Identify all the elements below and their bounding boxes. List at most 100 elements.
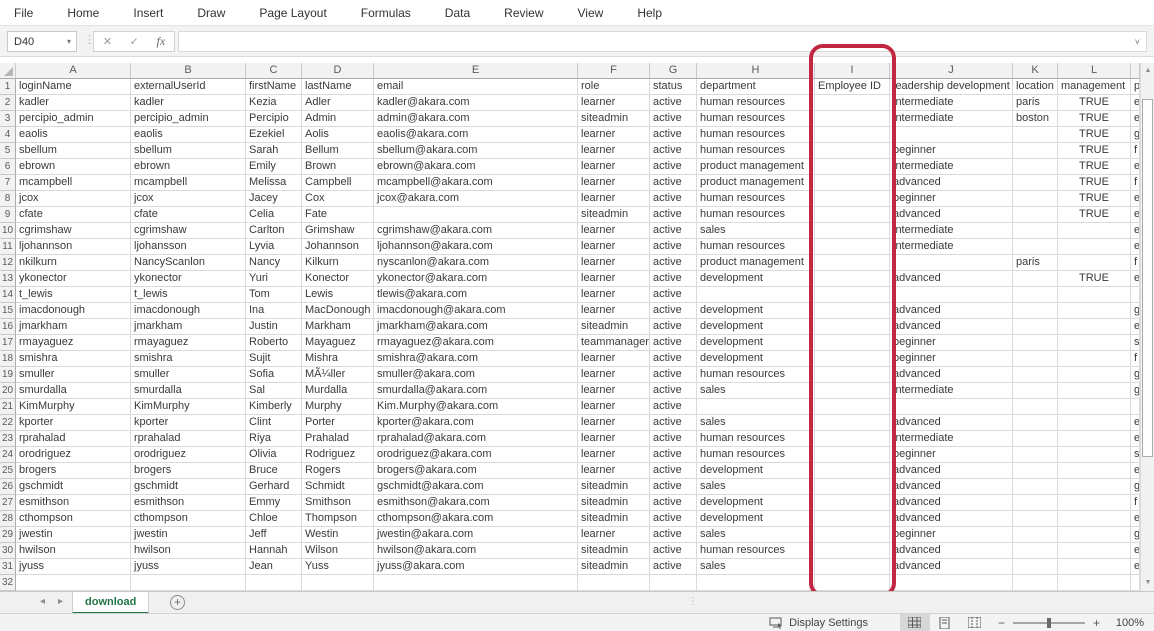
cell-A23[interactable]: rprahalad [16,431,131,447]
cell-L17[interactable] [1058,335,1131,351]
cell-sliver-27[interactable]: f [1131,495,1140,511]
cell-D24[interactable]: Rodriguez [302,447,374,463]
cell-sliver-11[interactable]: e [1131,239,1140,255]
cell-C10[interactable]: Carlton [246,223,302,239]
cell-G8[interactable]: active [650,191,697,207]
cell-B28[interactable]: cthompson [131,511,246,527]
cell-J1[interactable]: leadership development [890,79,1013,95]
cell-F6[interactable]: learner [578,159,650,175]
cell-I10[interactable] [815,223,890,239]
cell-L1[interactable]: management [1058,79,1131,95]
cell-G24[interactable]: active [650,447,697,463]
cell-G4[interactable]: active [650,127,697,143]
menu-tab-help[interactable]: Help [633,6,666,20]
cell-I30[interactable] [815,543,890,559]
row-header-7[interactable]: 7 [0,175,16,191]
cell-A22[interactable]: kporter [16,415,131,431]
cell-C29[interactable]: Jeff [246,527,302,543]
cell-E20[interactable]: smurdalla@akara.com [374,383,578,399]
row-header-14[interactable]: 14 [0,287,16,303]
row-header-23[interactable]: 23 [0,431,16,447]
cell-H26[interactable]: sales [697,479,815,495]
cell-E10[interactable]: cgrimshaw@akara.com [374,223,578,239]
cell-D32[interactable] [302,575,374,591]
cell-E1[interactable]: email [374,79,578,95]
cell-G30[interactable]: active [650,543,697,559]
cell-D12[interactable]: Kilkurn [302,255,374,271]
cell-D7[interactable]: Campbell [302,175,374,191]
cell-B27[interactable]: esmithson [131,495,246,511]
row-header-25[interactable]: 25 [0,463,16,479]
cell-C27[interactable]: Emmy [246,495,302,511]
cell-H7[interactable]: product management [697,175,815,191]
cell-A11[interactable]: ljohannson [16,239,131,255]
menu-tab-insert[interactable]: Insert [129,6,167,20]
menu-tab-home[interactable]: Home [63,6,103,20]
menu-tab-review[interactable]: Review [500,6,547,20]
cell-F26[interactable]: siteadmin [578,479,650,495]
cell-H28[interactable]: development [697,511,815,527]
cell-A14[interactable]: t_lewis [16,287,131,303]
cell-D2[interactable]: Adler [302,95,374,111]
cell-H3[interactable]: human resources [697,111,815,127]
cell-sliver-28[interactable]: e [1131,511,1140,527]
cell-G6[interactable]: active [650,159,697,175]
cell-K5[interactable] [1013,143,1058,159]
cell-J20[interactable]: intermediate [890,383,1013,399]
cell-A17[interactable]: rmayaguez [16,335,131,351]
cell-C13[interactable]: Yuri [246,271,302,287]
cell-L30[interactable] [1058,543,1131,559]
cell-E6[interactable]: ebrown@akara.com [374,159,578,175]
cell-A21[interactable]: KimMurphy [16,399,131,415]
cell-D3[interactable]: Admin [302,111,374,127]
cell-E22[interactable]: kporter@akara.com [374,415,578,431]
sheet-nav-prev-icon[interactable]: ◂ [40,596,45,607]
cell-C8[interactable]: Jacey [246,191,302,207]
cell-sliver-17[interactable]: s [1131,335,1140,351]
cell-F20[interactable]: learner [578,383,650,399]
menu-tab-file[interactable]: File [10,6,37,20]
col-header-B[interactable]: B [131,63,246,79]
cell-B24[interactable]: orodriguez [131,447,246,463]
cell-I7[interactable] [815,175,890,191]
cell-H19[interactable]: human resources [697,367,815,383]
cell-I1[interactable]: Employee ID [815,79,890,95]
select-all-corner[interactable] [0,63,16,79]
row-header-15[interactable]: 15 [0,303,16,319]
row-header-20[interactable]: 20 [0,383,16,399]
cell-A2[interactable]: kadler [16,95,131,111]
row-header-8[interactable]: 8 [0,191,16,207]
cell-H18[interactable]: development [697,351,815,367]
cell-B21[interactable]: KimMurphy [131,399,246,415]
cell-L12[interactable] [1058,255,1131,271]
cell-B2[interactable]: kadler [131,95,246,111]
cell-G2[interactable]: active [650,95,697,111]
cell-C12[interactable]: Nancy [246,255,302,271]
cell-A7[interactable]: mcampbell [16,175,131,191]
cell-A20[interactable]: smurdalla [16,383,131,399]
cell-A6[interactable]: ebrown [16,159,131,175]
cell-C9[interactable]: Celia [246,207,302,223]
cell-J24[interactable]: beginner [890,447,1013,463]
cell-K29[interactable] [1013,527,1058,543]
row-header-28[interactable]: 28 [0,511,16,527]
cell-B1[interactable]: externalUserId [131,79,246,95]
cell-A5[interactable]: sbellum [16,143,131,159]
display-settings-button[interactable]: Display Settings [769,617,868,629]
cell-I18[interactable] [815,351,890,367]
cancel-entry-icon[interactable]: ✕ [103,35,112,48]
cell-A9[interactable]: cfate [16,207,131,223]
cell-G13[interactable]: active [650,271,697,287]
row-header-13[interactable]: 13 [0,271,16,287]
cell-L18[interactable] [1058,351,1131,367]
cell-A25[interactable]: brogers [16,463,131,479]
row-header-32[interactable]: 32 [0,575,16,591]
col-header-J[interactable]: J [890,63,1013,79]
cell-B29[interactable]: jwestin [131,527,246,543]
cell-E2[interactable]: kadler@akara.com [374,95,578,111]
zoom-slider-thumb[interactable] [1047,618,1051,628]
cell-I21[interactable] [815,399,890,415]
cell-sliver-7[interactable]: f [1131,175,1140,191]
cell-E5[interactable]: sbellum@akara.com [374,143,578,159]
cell-G19[interactable]: active [650,367,697,383]
